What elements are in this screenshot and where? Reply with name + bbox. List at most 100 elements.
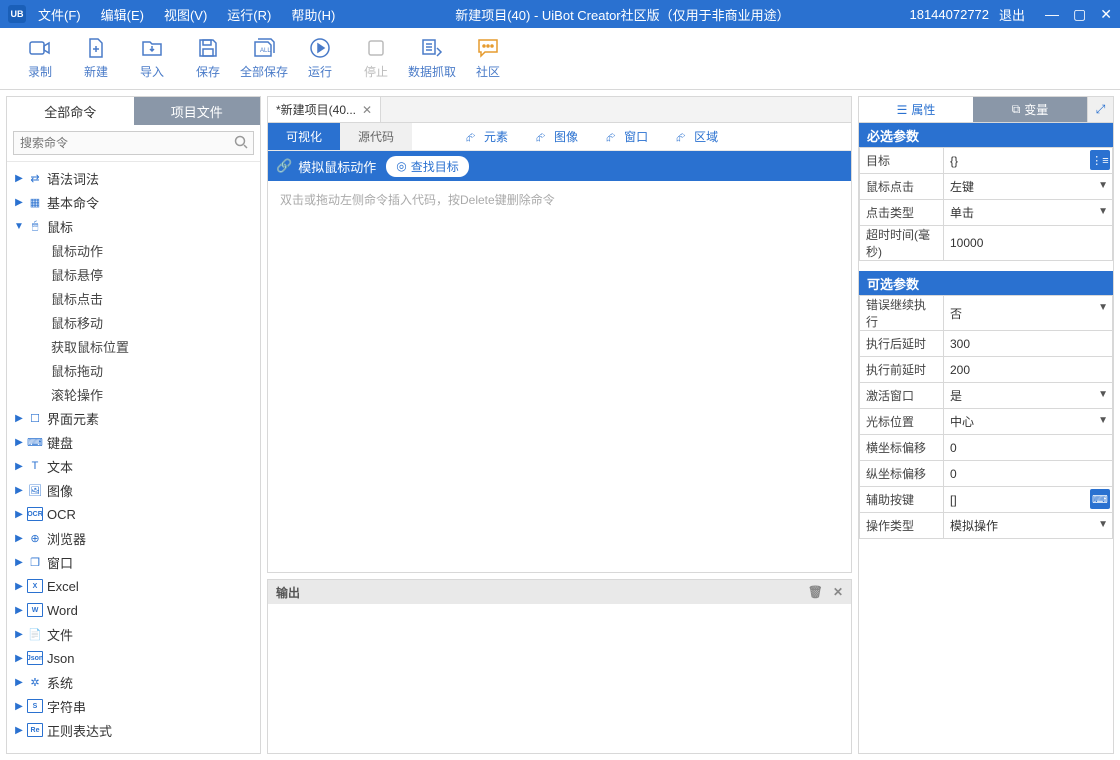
tool-label: 运行 xyxy=(308,63,332,80)
pick-window[interactable]: ⮳窗口 xyxy=(592,128,662,145)
tree-node[interactable]: ▶☐界面元素 xyxy=(7,406,260,430)
tab-close-icon[interactable]: ✕ xyxy=(362,103,372,117)
tree-node-label: Word xyxy=(47,603,78,618)
prop-value[interactable]: 10000 xyxy=(944,226,1113,261)
prop-value[interactable]: 否▼ xyxy=(944,296,1113,331)
tool-label: 导入 xyxy=(140,63,164,80)
tab-variables[interactable]: ⧉变量 xyxy=(973,97,1087,122)
command-tree[interactable]: ▶⇄语法词法▶▦基本命令▼🖱鼠标鼠标动作鼠标悬停鼠标点击鼠标移动获取鼠标位置鼠标… xyxy=(7,162,260,753)
output-panel: 输出 🗑 ✕ xyxy=(267,579,852,754)
prop-value[interactable]: 单击▼ xyxy=(944,200,1113,226)
kb-picker-icon[interactable]: ⌨ xyxy=(1090,489,1110,509)
tool-save[interactable]: 保存 xyxy=(180,33,236,85)
tree-node[interactable]: ▶✲系统 xyxy=(7,670,260,694)
tool-new[interactable]: 新建 xyxy=(68,33,124,85)
menu-view[interactable]: 视图(V) xyxy=(164,5,207,24)
pick-region[interactable]: ⮳区域 xyxy=(662,128,732,145)
tree-child-node[interactable]: 鼠标拖动 xyxy=(7,358,260,382)
menu-file[interactable]: 文件(F) xyxy=(38,5,81,24)
tree-child-node[interactable]: 滚轮操作 xyxy=(7,382,260,406)
tool-import[interactable]: 导入 xyxy=(124,33,180,85)
output-body[interactable] xyxy=(268,604,851,753)
flow-icon: ⇄ xyxy=(27,171,43,185)
pick-image[interactable]: ⮳图像 xyxy=(522,128,592,145)
cursor-icon: ⮳ xyxy=(466,130,480,144)
tool-save-all[interactable]: ALL 全部保存 xyxy=(236,33,292,85)
chevron-down-icon[interactable]: ▼ xyxy=(1098,206,1108,217)
tree-child-node[interactable]: 鼠标动作 xyxy=(7,238,260,262)
prop-key: 点击类型 xyxy=(860,200,944,226)
tree-node[interactable]: ▶Re正则表达式 xyxy=(7,718,260,742)
tool-scrape[interactable]: 数据抓取 xyxy=(404,33,460,85)
chevron-down-icon[interactable]: ▼ xyxy=(1098,302,1108,313)
list-picker-icon[interactable]: ⋮≡ xyxy=(1090,150,1110,170)
prop-value[interactable]: 0 xyxy=(944,461,1113,487)
tool-record[interactable]: 录制 xyxy=(12,33,68,85)
tree-child-node[interactable]: 鼠标悬停 xyxy=(7,262,260,286)
prop-value[interactable]: 0 xyxy=(944,435,1113,461)
prop-value[interactable]: []⌨ xyxy=(944,487,1113,513)
var-icon: ⧉ xyxy=(1012,102,1021,117)
mode-visual[interactable]: 可视化 xyxy=(268,123,340,150)
tree-node[interactable]: ▶JsonJson xyxy=(7,646,260,670)
tab-project-files[interactable]: 项目文件 xyxy=(134,97,261,125)
tool-community[interactable]: 社区 xyxy=(460,33,516,85)
prop-value[interactable]: 中心▼ xyxy=(944,409,1113,435)
menu-run[interactable]: 运行(R) xyxy=(227,5,271,24)
chevron-down-icon[interactable]: ▼ xyxy=(1098,180,1108,191)
tool-label: 录制 xyxy=(28,63,52,80)
search-icon[interactable] xyxy=(234,135,248,149)
tree-node[interactable]: ▶S字符串 xyxy=(7,694,260,718)
prop-value[interactable]: 200 xyxy=(944,357,1113,383)
tree-node[interactable]: ▶XExcel xyxy=(7,574,260,598)
tree-child-node[interactable]: 获取鼠标位置 xyxy=(7,334,260,358)
chevron-down-icon[interactable]: ▼ xyxy=(1098,415,1108,426)
tree-node[interactable]: ▶OCROCR xyxy=(7,502,260,526)
logout-link[interactable]: 退出 xyxy=(999,5,1025,24)
output-clear-icon[interactable]: 🗑 xyxy=(808,585,823,599)
expand-icon[interactable]: ⤢ xyxy=(1087,97,1113,122)
find-target-button[interactable]: ◎查找目标 xyxy=(386,156,469,177)
tree-node[interactable]: ▶❐窗口 xyxy=(7,550,260,574)
optional-params-table: 错误继续执行否▼执行后延时300执行前延时200激活窗口是▼光标位置中心▼横坐标… xyxy=(859,295,1113,539)
tree-node[interactable]: ▶T文本 xyxy=(7,454,260,478)
menu-edit[interactable]: 编辑(E) xyxy=(101,5,144,24)
tab-properties[interactable]: ☰属性 xyxy=(859,97,973,122)
file-tab[interactable]: *新建项目(40... ✕ xyxy=(268,97,381,122)
chevron-down-icon[interactable]: ▼ xyxy=(1098,389,1108,400)
output-close-icon[interactable]: ✕ xyxy=(833,585,843,599)
caret-right-icon: ▶ xyxy=(13,533,25,544)
tree-node[interactable]: ▶📄文件 xyxy=(7,622,260,646)
prop-key: 操作类型 xyxy=(860,513,944,539)
tree-child-node[interactable]: 鼠标点击 xyxy=(7,286,260,310)
tree-node[interactable]: ▶⌨键盘 xyxy=(7,430,260,454)
prop-value[interactable]: 左键▼ xyxy=(944,174,1113,200)
editor-canvas[interactable] xyxy=(268,218,851,572)
search-input[interactable] xyxy=(13,131,254,155)
menu-help[interactable]: 帮助(H) xyxy=(291,5,335,24)
action-bar[interactable]: 🔗模拟鼠标动作 ◎查找目标 xyxy=(268,151,851,181)
minimize-icon[interactable]: — xyxy=(1045,6,1059,23)
tree-child-node[interactable]: 鼠标移动 xyxy=(7,310,260,334)
prop-value[interactable]: 模拟操作▼ xyxy=(944,513,1113,539)
pick-element[interactable]: ⮳元素 xyxy=(452,128,522,145)
chevron-down-icon[interactable]: ▼ xyxy=(1098,519,1108,530)
tree-node[interactable]: ▶⇄语法词法 xyxy=(7,166,260,190)
tree-node[interactable]: ▶🖼图像 xyxy=(7,478,260,502)
tool-stop: 停止 xyxy=(348,33,404,85)
prop-value[interactable]: 300 xyxy=(944,331,1113,357)
prop-value[interactable]: {}⋮≡ xyxy=(944,148,1113,174)
tree-node[interactable]: ▼🖱鼠标 xyxy=(7,214,260,238)
maximize-icon[interactable]: ▢ xyxy=(1073,6,1086,23)
tool-run[interactable]: 运行 xyxy=(292,33,348,85)
tree-node[interactable]: ▶WWord xyxy=(7,598,260,622)
tab-all-commands[interactable]: 全部命令 xyxy=(7,97,134,125)
right-panel: ☰属性 ⧉变量 ⤢ 必选参数 目标{}⋮≡鼠标点击左键▼点击类型单击▼超时时间(… xyxy=(858,96,1114,754)
mode-source[interactable]: 源代码 xyxy=(340,123,412,150)
close-icon[interactable]: ✕ xyxy=(1100,6,1112,23)
tree-node[interactable]: ▶⊕浏览器 xyxy=(7,526,260,550)
tree-node[interactable]: ▶▦基本命令 xyxy=(7,190,260,214)
prop-value[interactable]: 是▼ xyxy=(944,383,1113,409)
prop-key: 目标 xyxy=(860,148,944,174)
account-phone[interactable]: 18144072772 xyxy=(909,7,989,22)
